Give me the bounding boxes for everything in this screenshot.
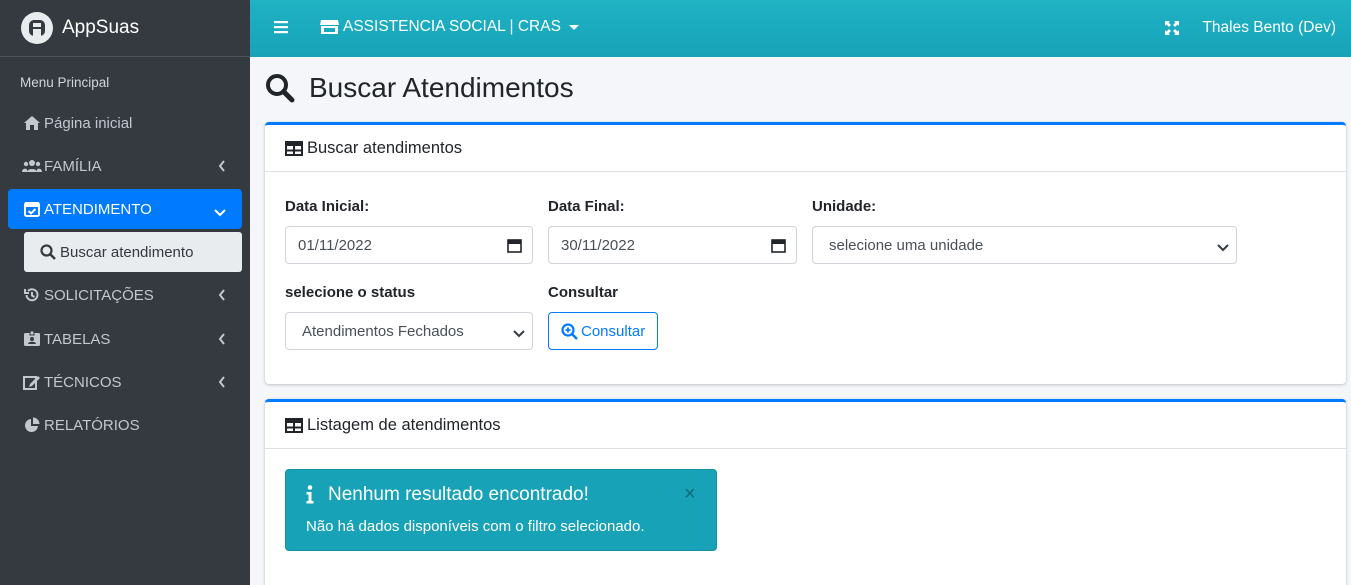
pie-chart-icon bbox=[22, 417, 42, 433]
sidebar-item-label: SOLICITAÇÕES bbox=[44, 286, 154, 304]
close-icon[interactable]: × bbox=[684, 484, 696, 504]
page-heading: Buscar Atendimentos bbox=[265, 72, 574, 104]
consultar-label: Consultar bbox=[548, 284, 619, 301]
top-navbar: ASSISTENCIA SOCIAL | CRAS Thales Bento (… bbox=[250, 0, 1351, 57]
calendar-check-icon bbox=[22, 201, 42, 217]
sidebar-item-tabelas[interactable]: TABELAS bbox=[8, 319, 242, 359]
page-title: Buscar Atendimentos bbox=[309, 72, 574, 103]
consultar-button[interactable]: Consultar bbox=[548, 312, 658, 350]
app-name: AppSuas bbox=[62, 17, 140, 38]
status-select[interactable]: Atendimentos Fechados bbox=[285, 312, 533, 350]
search-plus-icon bbox=[561, 322, 578, 340]
sidebar-item-relatorios[interactable]: RELATÓRIOS bbox=[8, 405, 242, 445]
sidebar-item-label: Página inicial bbox=[44, 114, 133, 132]
data-final-value: 30/11/2022 bbox=[561, 236, 635, 254]
user-menu[interactable]: Thales Bento (Dev) bbox=[1202, 19, 1336, 37]
data-inicial-label: Data Inicial: bbox=[285, 198, 370, 215]
chevron-left-icon bbox=[218, 332, 226, 349]
id-badge-icon bbox=[22, 331, 42, 347]
sidebar-item-label: ATENDIMENTO bbox=[44, 200, 152, 218]
chevron-left-icon bbox=[218, 159, 226, 176]
chevron-left-icon bbox=[218, 375, 226, 392]
brand[interactable]: AppSuas bbox=[0, 0, 250, 57]
users-icon bbox=[22, 159, 42, 173]
search-icon bbox=[265, 73, 295, 103]
unidade-select[interactable]: selecione uma unidade bbox=[812, 226, 1237, 264]
search-card-header: Buscar atendimentos bbox=[265, 125, 1346, 172]
sidebar-item-label: FAMÍLIA bbox=[44, 157, 102, 175]
sidebar-item-solicitacoes[interactable]: SOLICITAÇÕES bbox=[8, 275, 242, 315]
sidebar-item-tecnicos[interactable]: TÉCNICOS bbox=[8, 362, 242, 402]
menu-header: Menu Principal bbox=[20, 75, 110, 90]
fullscreen-icon[interactable] bbox=[1164, 20, 1180, 40]
search-card: Buscar atendimentos Data Inicial: 01/11/… bbox=[265, 122, 1346, 384]
calendar-icon[interactable] bbox=[771, 238, 786, 257]
consultar-button-label: Consultar bbox=[581, 322, 646, 340]
sidebar-item-pagina-inicial[interactable]: Página inicial bbox=[8, 103, 242, 143]
no-results-alert: Nenhum resultado encontrado! × Não há da… bbox=[285, 469, 717, 551]
status-label: selecione o status bbox=[285, 284, 416, 301]
sidebar-subitem-label: Buscar atendimento bbox=[60, 243, 194, 261]
unidade-label: Unidade: bbox=[812, 198, 877, 215]
chevron-down-icon bbox=[214, 204, 226, 221]
sidebar-item-atendimento[interactable]: ATENDIMENTO bbox=[8, 189, 242, 229]
list-card-header: Listagem de atendimentos bbox=[265, 402, 1346, 449]
chevron-down-icon bbox=[1217, 240, 1229, 257]
hamburger-menu-icon[interactable] bbox=[274, 20, 288, 38]
status-select-value: Atendimentos Fechados bbox=[302, 322, 464, 340]
calendar-icon[interactable] bbox=[507, 238, 522, 257]
history-icon bbox=[22, 287, 42, 303]
data-inicial-value: 01/11/2022 bbox=[298, 236, 372, 254]
sidebar-item-label: TÉCNICOS bbox=[44, 373, 122, 391]
data-final-label: Data Final: bbox=[548, 198, 625, 215]
sidebar-subitem-buscar-atendimento[interactable]: Buscar atendimento bbox=[24, 232, 242, 272]
app-logo-icon bbox=[21, 12, 53, 44]
sidebar-item-label: TABELAS bbox=[44, 330, 111, 348]
home-icon bbox=[22, 115, 42, 131]
unit-dropdown[interactable]: ASSISTENCIA SOCIAL | CRAS bbox=[320, 18, 579, 36]
sidebar: AppSuas Menu Principal Página inicial FA… bbox=[0, 0, 250, 585]
list-card: Listagem de atendimentos Nenhum resultad… bbox=[265, 399, 1346, 585]
alert-title: Nenhum resultado encontrado! bbox=[328, 484, 589, 505]
sidebar-item-label: RELATÓRIOS bbox=[44, 416, 140, 434]
data-final-input[interactable]: 30/11/2022 bbox=[548, 226, 797, 264]
sidebar-item-familia[interactable]: FAMÍLIA bbox=[8, 146, 242, 186]
data-inicial-input[interactable]: 01/11/2022 bbox=[285, 226, 533, 264]
chevron-down-icon bbox=[513, 326, 525, 343]
caret-down-icon bbox=[568, 24, 579, 30]
unidade-select-value: selecione uma unidade bbox=[829, 236, 984, 254]
alert-message: Não há dados disponíveis com o filtro se… bbox=[306, 518, 645, 535]
unit-dropdown-label: ASSISTENCIA SOCIAL | CRAS bbox=[343, 18, 561, 35]
list-card-title: Listagem de atendimentos bbox=[307, 415, 501, 434]
store-icon bbox=[320, 19, 339, 35]
search-icon bbox=[40, 244, 56, 260]
edit-icon bbox=[22, 374, 42, 390]
table-icon bbox=[285, 417, 303, 433]
table-icon bbox=[285, 140, 303, 156]
chevron-left-icon bbox=[218, 288, 226, 305]
search-card-title: Buscar atendimentos bbox=[307, 138, 463, 157]
info-icon bbox=[306, 485, 314, 508]
